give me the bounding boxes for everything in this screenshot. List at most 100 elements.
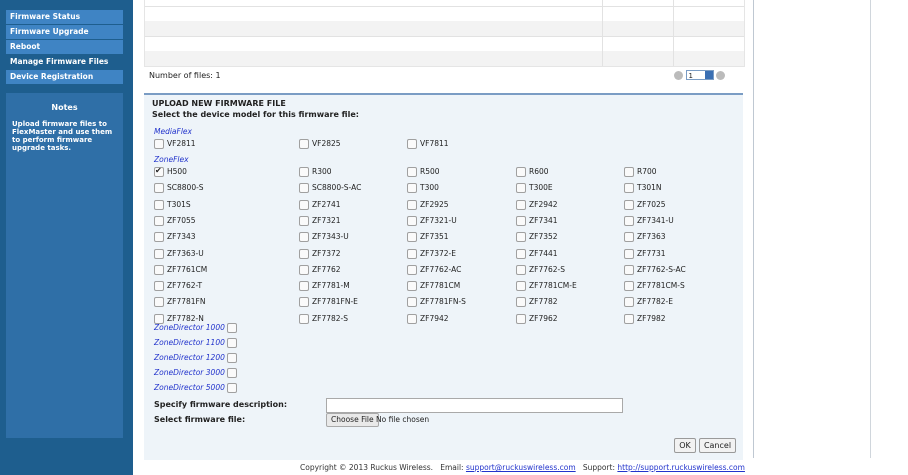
model-checkbox-zf7731[interactable]: ZF7731	[624, 248, 666, 259]
model-checkbox-zf7982[interactable]: ZF7982	[624, 313, 666, 324]
checkbox-icon[interactable]	[624, 313, 634, 324]
checkbox-icon[interactable]	[624, 183, 634, 194]
checkbox-icon[interactable]	[407, 215, 417, 226]
model-checkbox-sc8800-s-ac[interactable]: SC8800-S-AC	[299, 183, 361, 194]
checkbox-icon[interactable]	[516, 215, 526, 226]
checkbox-icon[interactable]	[407, 232, 417, 243]
model-checkbox-r600[interactable]: R600	[516, 167, 549, 177]
model-checkbox-r300[interactable]: R300	[299, 167, 332, 177]
zonedirector-checkbox-5000[interactable]: ZoneDirector 5000	[154, 383, 237, 393]
checkbox-icon[interactable]	[154, 248, 164, 259]
checkbox-icon[interactable]	[624, 167, 634, 177]
model-checkbox-zf7363-u[interactable]: ZF7363-U	[154, 248, 204, 259]
prev-page-icon[interactable]	[674, 70, 683, 80]
model-checkbox-zf7441[interactable]: ZF7441	[516, 248, 558, 259]
next-page-icon[interactable]	[716, 70, 726, 80]
model-checkbox-zf7762-s-ac[interactable]: ZF7762-S-AC	[624, 264, 686, 275]
zonedirector-checkbox-3000[interactable]: ZoneDirector 3000	[154, 368, 237, 378]
model-checkbox-zf7782-e[interactable]: ZF7782-E	[624, 297, 673, 308]
checkbox-icon[interactable]	[226, 323, 237, 333]
zonedirector-checkbox-1100[interactable]: ZoneDirector 1100	[154, 338, 237, 348]
checkbox-icon[interactable]	[407, 264, 417, 275]
checkbox-icon[interactable]	[154, 297, 164, 308]
checkbox-icon[interactable]	[407, 167, 417, 177]
checkbox-icon[interactable]	[407, 248, 417, 259]
model-checkbox-zf7343[interactable]: ZF7343	[154, 232, 196, 243]
model-checkbox-r500[interactable]: R500	[407, 167, 440, 177]
checkbox-icon[interactable]	[299, 183, 309, 194]
checkbox-icon[interactable]	[516, 167, 526, 177]
checkbox-icon[interactable]	[299, 139, 309, 149]
checkbox-icon[interactable]	[407, 139, 417, 149]
model-checkbox-zf2741[interactable]: ZF2741	[299, 199, 341, 210]
checkbox-icon[interactable]	[516, 281, 526, 292]
model-checkbox-zf7341[interactable]: ZF7341	[516, 215, 558, 226]
checkbox-icon[interactable]	[407, 281, 417, 292]
checkbox-icon[interactable]	[624, 264, 634, 275]
checkbox-icon[interactable]	[154, 264, 164, 275]
checkbox-icon[interactable]	[226, 383, 237, 393]
model-checkbox-t301n[interactable]: T301N	[624, 183, 662, 194]
model-checkbox-zf7781fn-s[interactable]: ZF7781FN-S	[407, 297, 466, 308]
model-checkbox-zf7372-e[interactable]: ZF7372-E	[407, 248, 456, 259]
checkbox-icon[interactable]	[154, 232, 164, 243]
checkbox-icon[interactable]	[516, 183, 526, 194]
checkbox-icon[interactable]	[407, 183, 417, 194]
model-checkbox-zf7341-u[interactable]: ZF7341-U	[624, 215, 674, 226]
sidebar-item-firmware-status[interactable]: Firmware Status	[6, 10, 123, 24]
sidebar-item-device-registration[interactable]: Device Registration	[6, 70, 123, 84]
model-checkbox-h500[interactable]: H500	[154, 166, 187, 177]
model-checkbox-t301s[interactable]: T301S	[154, 199, 191, 210]
model-checkbox-t300[interactable]: T300	[407, 183, 439, 194]
model-checkbox-zf7782-s[interactable]: ZF7782-S	[299, 313, 348, 324]
checkbox-icon[interactable]	[516, 297, 526, 308]
checkbox-icon[interactable]	[624, 215, 634, 226]
model-checkbox-zf7781-m[interactable]: ZF7781-M	[299, 281, 350, 292]
checkbox-icon[interactable]	[299, 215, 309, 226]
description-input[interactable]	[326, 398, 623, 413]
zonedirector-checkbox-1200[interactable]: ZoneDirector 1200	[154, 353, 237, 363]
model-checkbox-sc8800-s[interactable]: SC8800-S	[154, 183, 204, 194]
checkbox-icon[interactable]	[299, 232, 309, 243]
checkbox-icon[interactable]	[154, 215, 164, 226]
checkbox-icon[interactable]	[154, 199, 164, 210]
sidebar-item-firmware-upgrade[interactable]: Firmware Upgrade	[6, 25, 123, 39]
checkbox-icon[interactable]	[516, 199, 526, 210]
model-checkbox-zf7762-ac[interactable]: ZF7762-AC	[407, 264, 461, 275]
checkbox-icon[interactable]	[407, 297, 417, 308]
model-checkbox-zf2925[interactable]: ZF2925	[407, 199, 449, 210]
model-checkbox-zf2942[interactable]: ZF2942	[516, 199, 558, 210]
ok-button[interactable]: OK	[674, 438, 696, 453]
checkbox-icon[interactable]	[624, 248, 634, 259]
sidebar-item-reboot[interactable]: Reboot	[6, 40, 123, 54]
model-checkbox-zf7962[interactable]: ZF7962	[516, 313, 558, 324]
model-checkbox-zf7761cm[interactable]: ZF7761CM	[154, 264, 207, 275]
checkbox-icon[interactable]	[407, 199, 417, 210]
model-checkbox-zf7321-u[interactable]: ZF7321-U	[407, 215, 457, 226]
checkbox-icon[interactable]	[516, 313, 526, 324]
model-checkbox-zf7781fn[interactable]: ZF7781FN	[154, 297, 205, 308]
checkbox-icon[interactable]	[226, 338, 237, 348]
model-checkbox-zf7781fn-e[interactable]: ZF7781FN-E	[299, 297, 358, 308]
model-checkbox-zf7363[interactable]: ZF7363	[624, 232, 666, 243]
cancel-button[interactable]: Cancel	[699, 438, 736, 453]
support-url-link[interactable]: http://support.ruckuswireless.com	[617, 463, 745, 472]
checkbox-icon[interactable]	[407, 313, 417, 324]
model-checkbox-vf2825[interactable]: VF2825	[299, 139, 341, 149]
checkbox-icon[interactable]	[154, 281, 164, 292]
checkbox-icon[interactable]	[299, 313, 309, 324]
checkbox-icon[interactable]	[516, 232, 526, 243]
model-checkbox-t300e[interactable]: T300E	[516, 183, 553, 194]
model-checkbox-zf7321[interactable]: ZF7321	[299, 215, 341, 226]
page-select[interactable]: 1	[685, 70, 714, 80]
model-checkbox-r700[interactable]: R700	[624, 167, 657, 177]
checkbox-icon[interactable]	[154, 166, 164, 177]
model-checkbox-zf7025[interactable]: ZF7025	[624, 199, 666, 210]
model-checkbox-zf7351[interactable]: ZF7351	[407, 232, 449, 243]
model-checkbox-zf7781cm-e[interactable]: ZF7781CM-E	[516, 281, 577, 292]
model-checkbox-zf7372[interactable]: ZF7372	[299, 248, 341, 259]
model-checkbox-zf7762-s[interactable]: ZF7762-S	[516, 264, 565, 275]
choose-file-button[interactable]: Choose File	[326, 413, 379, 427]
checkbox-icon[interactable]	[624, 297, 634, 308]
support-email-link[interactable]: support@ruckuswireless.com	[466, 463, 576, 472]
